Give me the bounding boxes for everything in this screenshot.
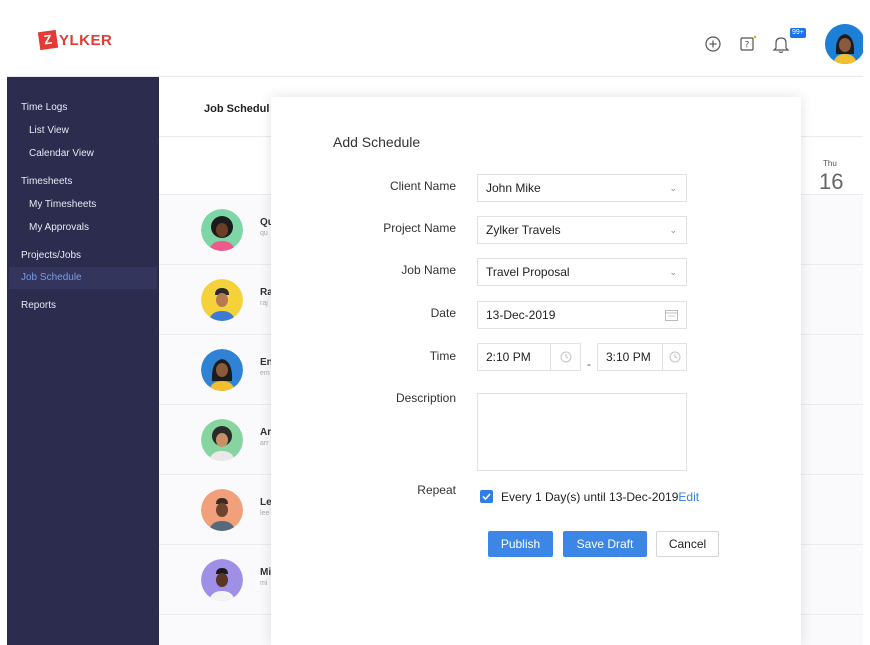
time-separator: -	[587, 357, 591, 371]
notification-badge: 99+	[790, 28, 806, 38]
chevron-down-icon: ⌄	[669, 225, 677, 235]
logo-mark: Z	[37, 29, 59, 51]
person-email: raj	[260, 300, 268, 307]
person-name: Mi	[260, 567, 272, 578]
publish-button[interactable]: Publish	[488, 531, 553, 557]
client-name-label: Client Name	[389, 179, 456, 193]
job-name-select[interactable]: Travel Proposal ⌄	[477, 258, 687, 286]
repeat-label: Repeat	[417, 483, 456, 497]
svg-text:?: ?	[745, 41, 750, 51]
sidebar-item-calendar-view[interactable]: Calendar View	[7, 142, 159, 165]
job-name-label: Job Name	[401, 263, 456, 277]
sidebar-item-job-schedule[interactable]: Job Schedule	[9, 267, 157, 289]
repeat-checkbox[interactable]	[480, 490, 493, 503]
repeat-summary: Every 1 Day(s) until 13-Dec-2019Edit	[501, 490, 699, 504]
repeat-summary-text: Every 1 Day(s) until 13-Dec-2019	[501, 490, 679, 504]
person-email: lee	[260, 510, 270, 517]
description-label: Description	[395, 391, 456, 405]
sidebar-item-time-logs[interactable]: Time Logs	[7, 97, 159, 119]
page-title: Job Schedul	[204, 103, 270, 115]
check-icon	[482, 493, 491, 501]
person-avatar	[201, 209, 243, 251]
add-schedule-dialog: Add Schedule Client Name John Mike ⌄ Pro…	[271, 97, 801, 645]
user-avatar[interactable]	[825, 24, 863, 64]
clock-icon[interactable]	[560, 351, 572, 363]
project-name-label: Project Name	[383, 221, 456, 235]
job-name-value: Travel Proposal	[486, 265, 570, 279]
cancel-button[interactable]: Cancel	[656, 531, 719, 557]
repeat-edit-link[interactable]: Edit	[678, 490, 699, 504]
add-circle-icon[interactable]	[702, 33, 724, 55]
day-label: Thu	[823, 159, 837, 168]
sidebar-item-my-timesheets[interactable]: My Timesheets	[7, 193, 159, 216]
sidebar-item-reports[interactable]: Reports	[7, 295, 159, 317]
bell-icon[interactable]	[770, 33, 792, 55]
start-time-value: 2:10 PM	[486, 350, 531, 364]
person-email: em	[260, 370, 270, 377]
sidebar-item-timesheets[interactable]: Timesheets	[7, 171, 159, 193]
chevron-down-icon: ⌄	[669, 267, 677, 277]
top-bar: Z YLKER ? 99+	[7, 7, 863, 77]
person-email: mi	[260, 580, 268, 587]
sidebar-item-projects-jobs[interactable]: Projects/Jobs	[7, 245, 159, 267]
description-textarea[interactable]	[477, 393, 687, 471]
zylker-logo[interactable]: Z YLKER	[37, 29, 113, 51]
date-value: 13-Dec-2019	[486, 308, 556, 322]
project-name-value: Zylker Travels	[486, 223, 561, 237]
help-icon[interactable]: ?	[737, 33, 759, 55]
sidebar-item-list-view[interactable]: List View	[7, 119, 159, 142]
save-draft-button[interactable]: Save Draft	[563, 531, 647, 557]
day-number[interactable]: 16	[819, 169, 843, 195]
sidebar-item-my-approvals[interactable]: My Approvals	[7, 216, 159, 239]
time-label: Time	[429, 349, 456, 363]
person-avatar	[201, 419, 243, 461]
client-name-select[interactable]: John Mike ⌄	[477, 174, 687, 202]
person-avatar	[201, 559, 243, 601]
person-avatar	[201, 349, 243, 391]
app-window: Z YLKER ? 99+ Time Logs List View Calend…	[7, 7, 863, 645]
calendar-icon[interactable]	[665, 309, 678, 321]
date-label: Date	[430, 306, 456, 320]
project-name-select[interactable]: Zylker Travels ⌄	[477, 216, 687, 244]
date-field[interactable]: 13-Dec-2019	[477, 301, 687, 329]
chevron-down-icon: ⌄	[669, 183, 677, 193]
end-time-field[interactable]: 3:10 PM	[597, 343, 687, 371]
dialog-title: Add Schedule	[333, 134, 421, 150]
person-avatar	[201, 279, 243, 321]
person-email: qu	[260, 230, 268, 237]
end-time-value: 3:10 PM	[606, 350, 651, 364]
person-name: Le	[260, 497, 272, 508]
clock-icon[interactable]	[669, 351, 681, 363]
start-time-field[interactable]: 2:10 PM	[477, 343, 581, 371]
logo-wordmark: YLKER	[59, 31, 113, 49]
person-email: arr	[260, 440, 269, 447]
sidebar: Time Logs List View Calendar View Timesh…	[7, 77, 159, 645]
client-name-value: John Mike	[486, 181, 541, 195]
person-name: Ar	[260, 427, 272, 438]
person-avatar	[201, 489, 243, 531]
